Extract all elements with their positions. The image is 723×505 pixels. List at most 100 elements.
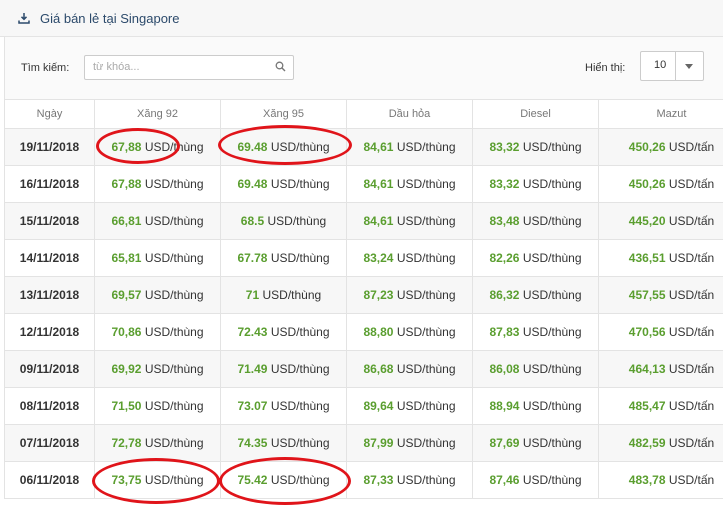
price-unit: USD/thùng (397, 251, 456, 265)
price-value: 67.78 (237, 251, 267, 265)
price-cell: 470,56 USD/tấn (599, 314, 723, 351)
price-cell: 84,61 USD/thùng (347, 203, 473, 240)
price-unit: USD/thùng (523, 288, 582, 302)
price-unit: USD/tấn (669, 251, 714, 265)
table-row: 12/11/201870,86 USD/thùng72.43 USD/thùng… (5, 314, 723, 351)
search-icon[interactable] (275, 61, 286, 72)
column-header[interactable]: Diesel (473, 100, 599, 129)
price-value: 66,81 (111, 214, 141, 228)
column-header[interactable]: Mazut (599, 100, 723, 129)
page-size-select[interactable]: 10 (640, 51, 704, 81)
price-value: 436,51 (629, 251, 666, 265)
price-value: 87,33 (363, 473, 393, 487)
date-cell: 06/11/2018 (5, 462, 95, 499)
table-row: 13/11/201869,57 USD/thùng71 USD/thùng87,… (5, 277, 723, 314)
price-value: 86,32 (489, 288, 519, 302)
price-value: 83,32 (489, 177, 519, 191)
price-unit: USD/thùng (271, 473, 330, 487)
price-cell: 87,33 USD/thùng (347, 462, 473, 499)
price-value: 72,78 (111, 436, 141, 450)
price-unit: USD/thùng (523, 362, 582, 376)
column-header[interactable]: Dầu hỏa (347, 100, 473, 129)
price-value: 83,32 (489, 140, 519, 154)
price-unit: USD/thùng (271, 140, 330, 154)
price-cell: 82,26 USD/thùng (473, 240, 599, 277)
price-value: 86,08 (489, 362, 519, 376)
price-cell: 464,13 USD/tấn (599, 351, 723, 388)
price-value: 71 (246, 288, 259, 302)
price-cell: 83,32 USD/thùng (473, 129, 599, 166)
price-unit: USD/thùng (271, 251, 330, 265)
search-box[interactable] (84, 55, 294, 80)
price-value: 88,80 (363, 325, 393, 339)
price-cell: 74.35 USD/thùng (221, 425, 347, 462)
price-cell: 84,61 USD/thùng (347, 129, 473, 166)
price-value: 84,61 (363, 214, 393, 228)
table-row: 06/11/201873,75 USD/thùng75.42 USD/thùng… (5, 462, 723, 499)
price-value: 89,64 (363, 399, 393, 413)
price-unit: USD/thùng (271, 436, 330, 450)
price-unit: USD/thùng (145, 325, 204, 339)
price-cell: 87,83 USD/thùng (473, 314, 599, 351)
price-value: 470,56 (629, 325, 666, 339)
price-cell: 75.42 USD/thùng (221, 462, 347, 499)
price-cell: 69,92 USD/thùng (95, 351, 221, 388)
select-divider (675, 52, 676, 80)
price-cell: 67.78 USD/thùng (221, 240, 347, 277)
price-value: 75.42 (237, 473, 267, 487)
date-cell: 15/11/2018 (5, 203, 95, 240)
table-row: 07/11/201872,78 USD/thùng74.35 USD/thùng… (5, 425, 723, 462)
caret-down-icon[interactable] (685, 64, 693, 69)
price-value: 69,92 (111, 362, 141, 376)
price-value: 70,86 (111, 325, 141, 339)
price-value: 88,94 (489, 399, 519, 413)
price-value: 87,99 (363, 436, 393, 450)
price-unit: USD/tấn (669, 436, 714, 450)
date-cell: 09/11/2018 (5, 351, 95, 388)
price-unit: USD/thùng (145, 288, 204, 302)
page-size-value: 10 (654, 59, 666, 71)
price-value: 68.5 (241, 214, 264, 228)
price-value: 483,78 (629, 473, 666, 487)
price-cell: 445,20 USD/tấn (599, 203, 723, 240)
price-unit: USD/thùng (397, 288, 456, 302)
price-cell: 72,78 USD/thùng (95, 425, 221, 462)
date-cell: 16/11/2018 (5, 166, 95, 203)
price-value: 71.49 (237, 362, 267, 376)
column-header[interactable]: Xăng 92 (95, 100, 221, 129)
price-value: 83,24 (363, 251, 393, 265)
price-cell: 69.48 USD/thùng (221, 166, 347, 203)
table-row: 16/11/201867,88 USD/thùng69.48 USD/thùng… (5, 166, 723, 203)
price-cell: 457,55 USD/tấn (599, 277, 723, 314)
date-cell: 08/11/2018 (5, 388, 95, 425)
price-cell: 84,61 USD/thùng (347, 166, 473, 203)
price-cell: 72.43 USD/thùng (221, 314, 347, 351)
price-unit: USD/thùng (271, 362, 330, 376)
price-cell: 66,81 USD/thùng (95, 203, 221, 240)
price-value: 445,20 (629, 214, 666, 228)
price-value: 464,13 (629, 362, 666, 376)
price-cell: 87,69 USD/thùng (473, 425, 599, 462)
price-cell: 67,88 USD/thùng (95, 166, 221, 203)
price-unit: USD/thùng (271, 325, 330, 339)
price-cell: 87,23 USD/thùng (347, 277, 473, 314)
price-value: 65,81 (111, 251, 141, 265)
price-unit: USD/thùng (271, 399, 330, 413)
price-value: 87,69 (489, 436, 519, 450)
search-label: Tìm kiếm: (21, 62, 69, 74)
price-cell: 483,78 USD/tấn (599, 462, 723, 499)
price-value: 72.43 (237, 325, 267, 339)
price-value: 69,57 (111, 288, 141, 302)
price-cell: 87,99 USD/thùng (347, 425, 473, 462)
column-header[interactable]: Ngày (5, 100, 95, 129)
date-cell: 12/11/2018 (5, 314, 95, 351)
price-unit: USD/thùng (523, 214, 582, 228)
price-cell: 83,48 USD/thùng (473, 203, 599, 240)
price-value: 74.35 (237, 436, 267, 450)
search-input[interactable] (85, 56, 273, 77)
price-cell: 70,86 USD/thùng (95, 314, 221, 351)
column-header[interactable]: Xăng 95 (221, 100, 347, 129)
price-unit: USD/thùng (397, 473, 456, 487)
price-unit: USD/thùng (397, 214, 456, 228)
price-unit: USD/thùng (145, 473, 204, 487)
